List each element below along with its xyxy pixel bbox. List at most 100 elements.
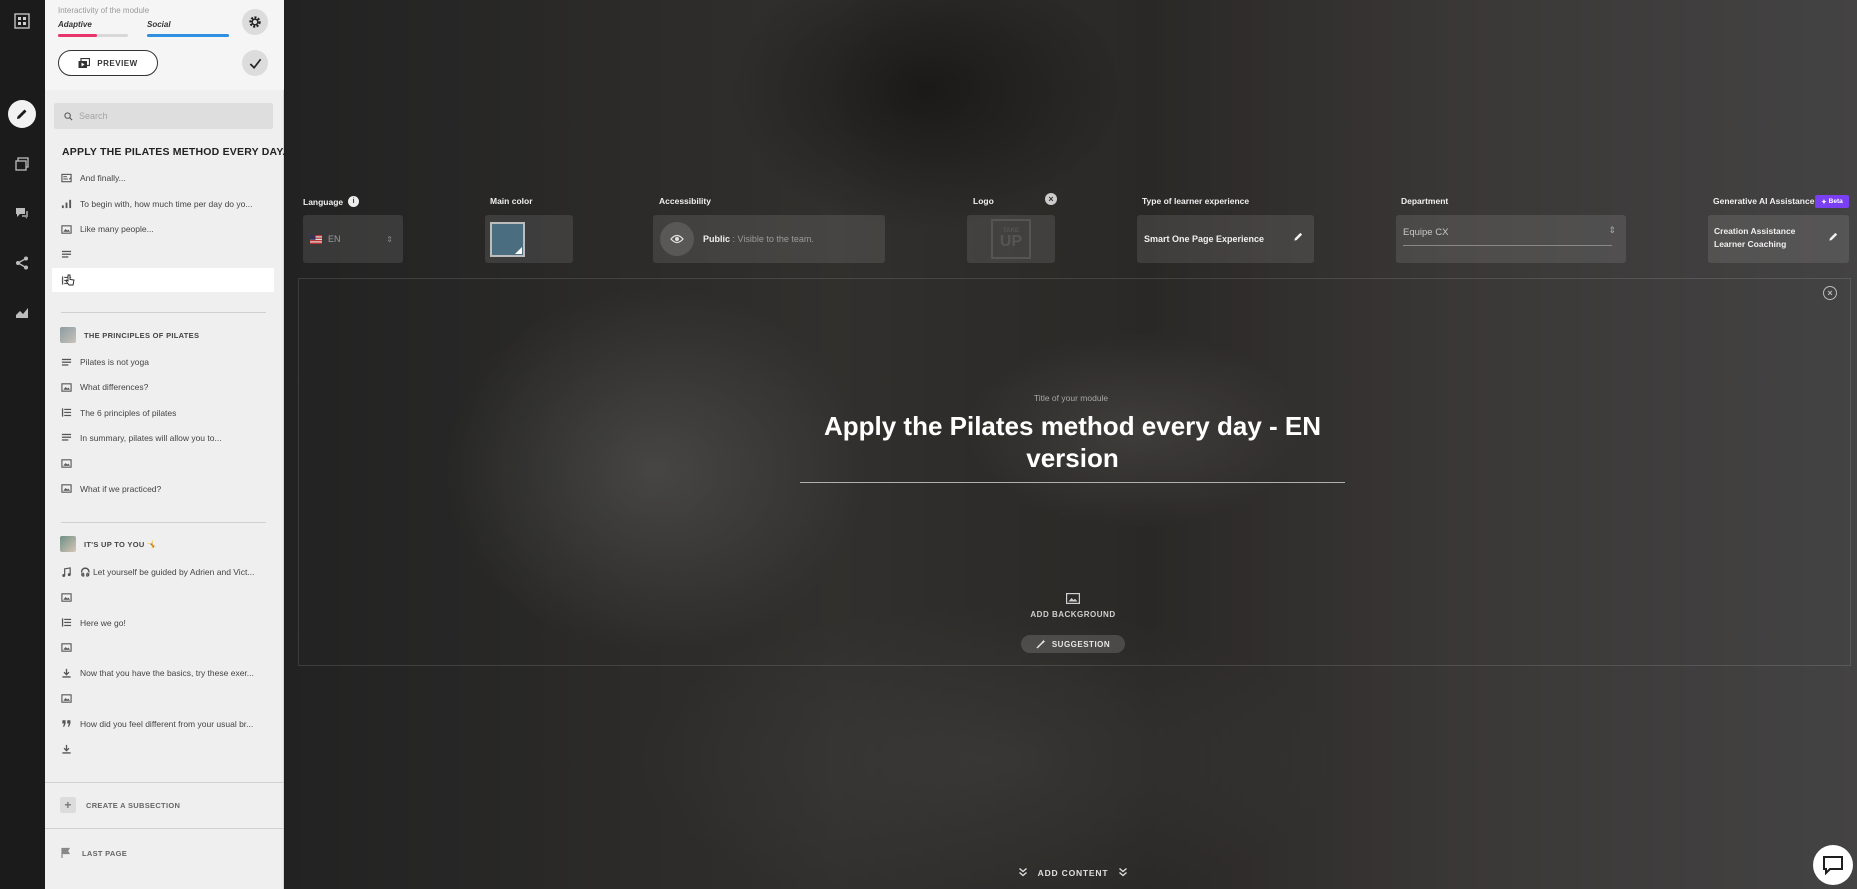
sidebar-page-label: To begin with, how much time per day do …	[80, 198, 253, 209]
sidebar-page-item[interactable]: To begin with, how much time per day do …	[52, 192, 274, 216]
module-title[interactable]: APPLY THE PILATES METHOD EVERY DAY...	[62, 146, 292, 158]
edit-pencil-icon[interactable]	[1293, 231, 1304, 244]
download-icon	[60, 743, 72, 755]
sidebar-page-item[interactable]: In summary, pilates will allow you to...	[52, 426, 274, 450]
accessibility-value: Public	[703, 234, 731, 244]
section-title: IT'S UP TO YOU 🤸	[84, 539, 157, 549]
section-header-up-to-you[interactable]: IT'S UP TO YOU 🤸	[52, 532, 274, 556]
plus-icon: +	[60, 797, 76, 813]
text-icon	[60, 249, 72, 261]
social-bar	[147, 34, 229, 37]
preview-button[interactable]: PREVIEW	[58, 50, 158, 76]
department-select[interactable]: Equipe CX ⇕	[1396, 215, 1626, 263]
sidebar-page-item[interactable]: How did you feel different from your usu…	[52, 712, 274, 736]
last-page-button[interactable]: LAST PAGE	[60, 843, 127, 863]
create-subsection-button[interactable]: + CREATE A SUBSECTION	[60, 795, 180, 815]
sidebar-page-item[interactable]	[52, 585, 274, 609]
sidebar-page-item[interactable]	[52, 268, 274, 292]
validate-check-icon[interactable]	[242, 50, 268, 76]
sidebar-page-item[interactable]	[52, 243, 274, 267]
settings-gear-icon[interactable]	[242, 9, 268, 35]
analytics-chart-icon[interactable]	[8, 298, 36, 326]
language-value: EN	[328, 234, 341, 244]
sidebar-page-item[interactable]: Pilates is not yoga	[52, 350, 274, 374]
sparkle-icon: ✦	[1821, 198, 1827, 206]
ai-option-1: Creation Assistance	[1714, 226, 1796, 236]
sidebar-page-item[interactable]	[52, 451, 274, 475]
ai-assistance-field[interactable]: Creation Assistance Learner Coaching	[1708, 215, 1849, 263]
sidebar-page-item[interactable]: The 6 principles of pilates	[52, 401, 274, 425]
poll-icon	[60, 198, 72, 210]
close-icon[interactable]: ×	[1823, 286, 1837, 300]
sidebar-page-item[interactable]: Here we go!	[52, 611, 274, 635]
text-icon	[60, 432, 72, 444]
edit-pencil-icon[interactable]	[1828, 231, 1839, 244]
image-icon	[60, 693, 72, 705]
create-subsection-label: CREATE A SUBSECTION	[86, 800, 181, 810]
pointer-cursor-icon	[65, 274, 75, 288]
sidebar-page-item[interactable]	[52, 687, 274, 711]
main-color-swatch[interactable]	[490, 222, 525, 257]
select-arrows-icon: ⇕	[1608, 225, 1616, 235]
sidebar-page-label: Like many people...	[80, 224, 154, 234]
section-thumbnail	[60, 327, 76, 343]
sidebar-page-item[interactable]	[52, 636, 274, 660]
search-input[interactable]	[79, 111, 259, 121]
info-icon[interactable]: i	[348, 196, 360, 207]
logo-field[interactable]: TAKE UP	[967, 215, 1055, 263]
preview-label: PREVIEW	[97, 58, 138, 68]
image-icon	[60, 591, 72, 603]
text-image-icon	[60, 172, 72, 184]
flag-icon	[61, 847, 71, 858]
experience-value: Smart One Page Experience	[1144, 234, 1265, 244]
comments-icon[interactable]	[8, 199, 36, 227]
us-flag-icon	[310, 234, 322, 244]
sidebar-page-item[interactable]: Like many people...	[52, 217, 274, 241]
department-label: Department	[1401, 196, 1449, 206]
social-label: Social	[147, 20, 171, 29]
color-picker-corner-icon	[515, 247, 522, 254]
suggestion-label: SUGGESTION	[1051, 639, 1111, 649]
brand-logo: TAKE UP	[991, 219, 1031, 259]
logo-text-bottom: UP	[999, 233, 1023, 250]
sidebar-page-item[interactable]	[52, 737, 274, 761]
adaptive-bar	[58, 34, 128, 37]
apps-grid-icon[interactable]	[8, 7, 36, 35]
sidebar-page-item[interactable]: What differences?	[52, 375, 274, 399]
experience-field[interactable]: Smart One Page Experience	[1137, 215, 1314, 263]
language-label-text: Language	[303, 196, 344, 207]
sidebar-page-label: How did you feel different from your usu…	[80, 718, 254, 729]
sidebar-page-label: What if we practiced?	[80, 483, 162, 494]
sidebar-page-label: What differences?	[80, 382, 149, 393]
module-title-caption: Title of your module	[1033, 393, 1109, 403]
ai-option-2: Learner Coaching	[1714, 239, 1787, 249]
share-icon[interactable]	[8, 249, 36, 277]
last-page-label: LAST PAGE	[82, 848, 128, 858]
add-background-label: ADD BACKGROUND	[1030, 610, 1116, 619]
search-icon	[64, 111, 73, 121]
section-divider	[61, 312, 266, 313]
accessibility-desc: : Visible to the team.	[732, 234, 814, 244]
social-bar-fill	[147, 34, 229, 37]
sidebar-page-item[interactable]: What if we practiced?	[52, 477, 274, 501]
remove-logo-icon[interactable]: ×	[1045, 193, 1057, 205]
module-title-input[interactable]: Apply the Pilates method every day - EN …	[800, 410, 1345, 474]
add-background-button[interactable]: ADD BACKGROUND	[1006, 593, 1140, 619]
footer-divider	[45, 782, 284, 783]
chat-support-icon[interactable]	[1813, 845, 1853, 885]
department-underline	[1403, 245, 1612, 246]
sidebar-page-item[interactable]: And finally...	[52, 166, 274, 190]
section-header-principles[interactable]: THE PRINCIPLES OF PILATES	[52, 323, 274, 347]
sidebar-page-item[interactable]: 🎧 Let yourself be guided by Adrien and V…	[52, 560, 274, 584]
sidebar-page-label: 🎧 Let yourself be guided by Adrien and V…	[80, 566, 255, 577]
accessibility-select[interactable]: Public : Visible to the team.	[653, 215, 885, 263]
sidebar-page-item[interactable]: Now that you have the basics, try these …	[52, 661, 274, 685]
suggestion-button[interactable]: SUGGESTION	[1021, 635, 1125, 653]
section-divider	[61, 522, 266, 523]
language-select[interactable]: EN ⇕	[303, 215, 403, 263]
interactivity-title: Interactivity of the module	[58, 6, 150, 15]
media-library-icon[interactable]	[8, 150, 36, 178]
edit-pencil-icon[interactable]	[8, 100, 36, 128]
department-value: Equipe CX	[1403, 227, 1449, 238]
add-content-button[interactable]: ADD CONTENT	[1013, 867, 1133, 879]
